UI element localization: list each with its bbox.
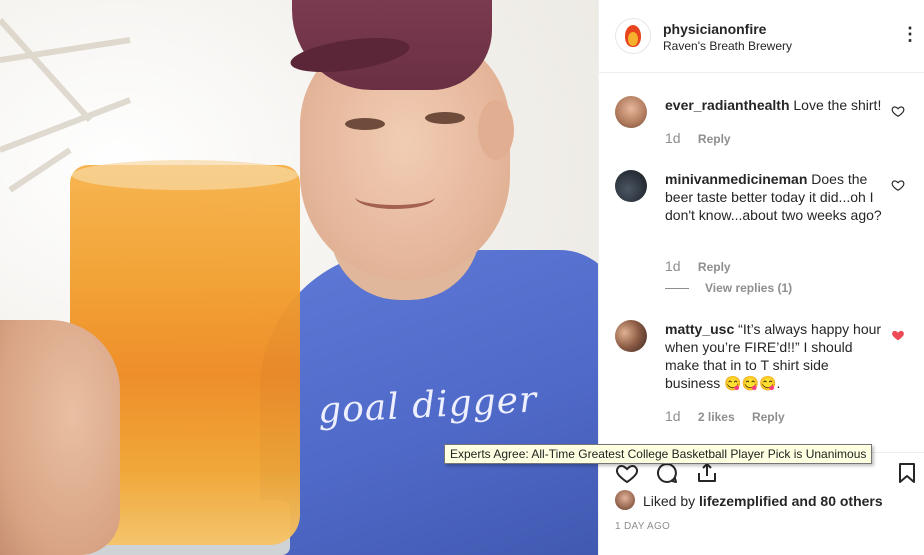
hand <box>0 320 120 555</box>
post-timestamp: 1 DAY AGO <box>615 521 671 532</box>
left-eye <box>345 118 385 130</box>
comment-username[interactable]: minivanmedicineman <box>665 171 807 187</box>
commenter-avatar[interactable] <box>615 96 647 128</box>
smile <box>355 185 435 209</box>
liker-avatar[interactable] <box>615 490 635 510</box>
comment-username[interactable]: matty_usc <box>665 321 734 337</box>
ear <box>478 100 514 160</box>
share-icon[interactable] <box>695 461 719 485</box>
commenter-avatar[interactable] <box>615 170 647 202</box>
comments-panel: physicianonfire Raven's Breath Brewery ⋮… <box>598 0 924 555</box>
flame-core <box>628 32 638 46</box>
reply-button[interactable]: Reply <box>698 132 731 146</box>
heart-filled-icon[interactable] <box>891 328 905 342</box>
comment-meta: 1d Reply <box>665 258 745 274</box>
more-options-icon[interactable]: ⋮ <box>901 24 920 45</box>
comment-body: Love the shirt! <box>793 97 882 113</box>
replies-divider <box>665 288 689 290</box>
bookmark-icon[interactable] <box>895 461 919 485</box>
view-replies-label: View replies (1) <box>705 281 793 295</box>
comment-text: minivanmedicineman Does the beer taste b… <box>665 170 883 224</box>
liker-username[interactable]: lifezemplified <box>699 493 788 509</box>
right-eye <box>425 112 465 124</box>
comment-text: ever_radianthealth Love the shirt! <box>665 96 883 114</box>
comment-meta: 1d 2 likes Reply <box>665 408 799 424</box>
likes-prefix: Liked by <box>643 493 700 509</box>
post-header: physicianonfire Raven's Breath Brewery ⋮ <box>599 0 924 73</box>
tooltip: Experts Agree: All-Time Greatest College… <box>444 444 873 464</box>
comment-meta: 1d Reply <box>665 130 745 146</box>
heart-icon[interactable] <box>891 178 905 192</box>
comment-age: 1d <box>665 258 681 274</box>
comment-username[interactable]: ever_radianthealth <box>665 97 790 113</box>
commenter-avatar[interactable] <box>615 320 647 352</box>
comment-text: matty_usc “It’s always happy hour when y… <box>665 320 883 392</box>
post-location[interactable]: Raven's Breath Brewery <box>663 39 792 53</box>
heart-icon[interactable] <box>891 104 905 118</box>
profile-avatar[interactable] <box>615 18 651 54</box>
comment-age: 1d <box>665 408 681 424</box>
post-photo[interactable]: goal digger <box>0 0 598 555</box>
likes-others[interactable]: and 80 others <box>788 493 883 509</box>
reply-button[interactable]: Reply <box>698 260 731 274</box>
reply-button[interactable]: Reply <box>752 410 785 424</box>
view-replies-button[interactable]: View replies (1) <box>665 281 792 295</box>
heart-icon[interactable] <box>615 461 639 485</box>
glass-rim <box>72 160 298 190</box>
likes-text: Liked by lifezemplified and 80 others <box>643 493 883 509</box>
post-username[interactable]: physicianonfire <box>663 21 766 37</box>
comment-age: 1d <box>665 130 681 146</box>
comment-likes-count[interactable]: 2 likes <box>698 410 735 424</box>
comment-icon[interactable] <box>655 461 679 485</box>
